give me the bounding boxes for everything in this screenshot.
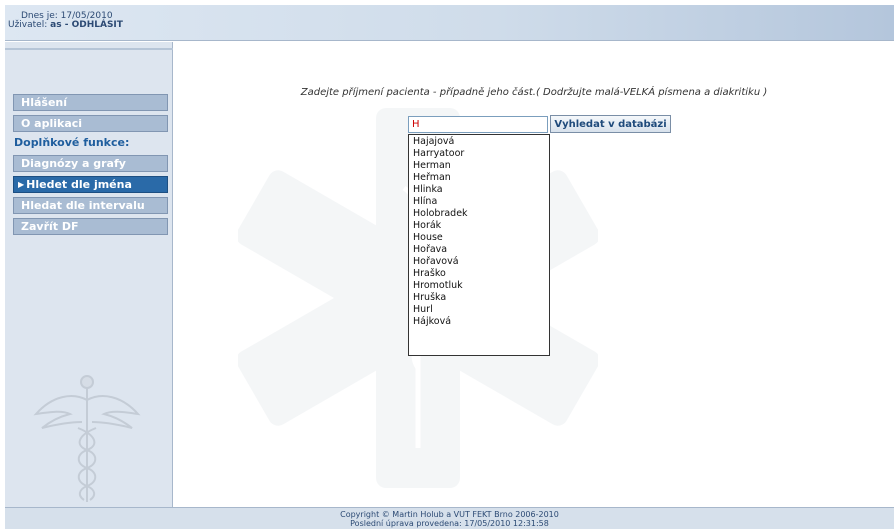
search-button[interactable]: Vyhledat v databázi xyxy=(550,115,671,133)
suggestion-item[interactable]: Heřman xyxy=(409,172,549,184)
last-update-text: Poslední úprava provedena: 17/05/2010 12… xyxy=(350,519,549,528)
copyright-text: Copyright © Martin Holub a VUT FEKT Brno… xyxy=(340,510,559,519)
sidebar-item-label: Zavřít DF xyxy=(21,220,79,233)
autocomplete-list: Hajajová Harryatoor Herman Heřman Hlinka Hlín… xyxy=(408,134,550,356)
suggestion-item[interactable]: Holobradek xyxy=(409,208,549,220)
sidebar-item-hledet-dle-jmena[interactable]: ▶ Hledet dle jména xyxy=(13,176,168,193)
page: Dnes je: 17/05/2010 Uživatel: as - ODHLÁ… xyxy=(0,0,894,529)
caduceus-icon xyxy=(33,375,141,502)
main-content: Zadejte příjmení pacienta - případně jeh… xyxy=(174,42,894,507)
suggestion-item[interactable]: Hlinka xyxy=(409,184,549,196)
sidebar-item-hlaseni[interactable]: Hlášení xyxy=(13,94,168,111)
sidebar-item-label: O aplikaci xyxy=(21,117,83,130)
instruction-text: Zadejte příjmení pacienta - případně jeh… xyxy=(300,87,768,98)
suggestion-item[interactable]: Hajajová xyxy=(409,136,549,148)
user-label: Uživatel: xyxy=(8,20,48,30)
user-separator: - xyxy=(61,20,72,30)
suggestion-item[interactable]: Hromotluk xyxy=(409,280,549,292)
suggestion-item[interactable]: Hořavová xyxy=(409,256,549,268)
suggestion-item[interactable]: Hájková xyxy=(409,316,549,328)
sidebar-heading-label: Doplňkové funkce: xyxy=(14,136,130,149)
sidebar-item-label: Hledet dle jména xyxy=(26,178,132,191)
suggestion-item[interactable]: Hurl xyxy=(409,304,549,316)
sidebar-divider xyxy=(5,48,173,50)
sidebar-item-hledat-dle-intervalu[interactable]: Hledat dle intervalu xyxy=(13,197,168,214)
suggestion-item[interactable]: Herman xyxy=(409,160,549,172)
sidebar-heading-doplnkove-funkce: Doplňkové funkce: xyxy=(14,135,169,151)
sidebar-item-label: Diagnózy a grafy xyxy=(21,157,126,170)
suggestion-item[interactable]: Hraško xyxy=(409,268,549,280)
sidebar-item-diagnozy-a-grafy[interactable]: Diagnózy a grafy xyxy=(13,155,168,172)
suggestion-item[interactable]: Hlína xyxy=(409,196,549,208)
sidebar-item-o-aplikaci[interactable]: O aplikaci xyxy=(13,115,168,132)
suggestion-item[interactable]: Harryatoor xyxy=(409,148,549,160)
sidebar-item-label: Hlášení xyxy=(21,96,68,109)
suggestion-item[interactable]: Hořava xyxy=(409,244,549,256)
footer: Copyright © Martin Holub a VUT FEKT Brno… xyxy=(5,507,894,529)
user-name: as xyxy=(50,20,62,30)
triangle-right-icon: ▶ xyxy=(18,180,25,189)
sidebar-item-label: Hledat dle intervalu xyxy=(21,199,145,212)
logout-link[interactable]: ODHLÁSIT xyxy=(72,20,123,30)
user-display: Uživatel: as - ODHLÁSIT xyxy=(8,20,123,30)
sidebar: Hlášení O aplikaci Doplňkové funkce: Dia… xyxy=(5,42,173,507)
sidebar-item-zavrit-df[interactable]: Zavřít DF xyxy=(13,218,168,235)
suggestion-item[interactable]: Horák xyxy=(409,220,549,232)
suggestion-item[interactable]: Hruška xyxy=(409,292,549,304)
suggestion-item[interactable]: House xyxy=(409,232,549,244)
search-input[interactable] xyxy=(408,116,548,133)
header: Dnes je: 17/05/2010 Uživatel: as - ODHLÁ… xyxy=(5,5,894,41)
